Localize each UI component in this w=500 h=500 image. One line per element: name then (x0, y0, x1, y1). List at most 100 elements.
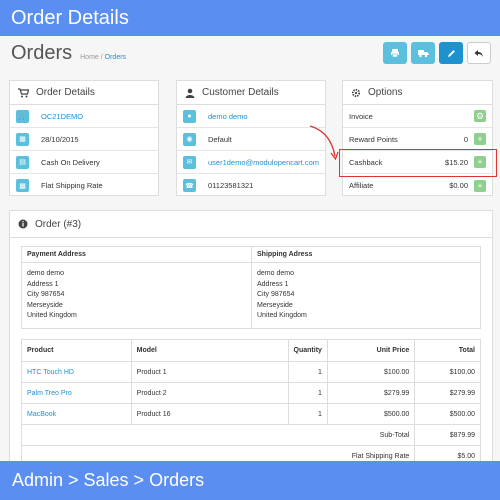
customer-name[interactable]: demo demo (208, 112, 248, 121)
shipping-address-line: Address 1 (257, 280, 289, 288)
product-name[interactable]: MacBook (21, 403, 132, 425)
option-reward-label: Reward Points (349, 134, 398, 144)
user-icon (185, 88, 195, 98)
product-quantity: 1 (287, 382, 328, 404)
option-affiliate-row: Affiliate $0.00 + (343, 174, 492, 197)
add-reward-button[interactable]: + (474, 133, 486, 145)
product-total: $100.00 (414, 361, 481, 383)
edit-button[interactable] (439, 42, 463, 64)
truck-icon (417, 49, 429, 57)
product-total: $500.00 (414, 403, 481, 425)
page: Orders Home / Orders Order Details 🛒 OC2… (0, 36, 500, 461)
payment-address-line: United Kingdom (27, 312, 77, 319)
customer-details-title: Customer Details (202, 87, 279, 98)
shipping-total-label: Flat Shipping Rate (20, 445, 416, 461)
calendar-icon[interactable]: ▦ (16, 132, 29, 146)
product-quantity: 1 (287, 361, 328, 383)
options-header: Options (343, 81, 492, 105)
generate-invoice-button[interactable]: ⚙ (474, 110, 486, 122)
order-title: Order (#3) (35, 218, 82, 230)
add-commission-button[interactable]: + (474, 179, 486, 192)
bottom-banner: Admin > Sales > Orders (0, 461, 500, 500)
option-reward-value: 0 (463, 134, 468, 144)
order-panel: Order (#3) Payment Address Shipping Adre… (9, 210, 493, 461)
shipping-method-row: ▩ Flat Shipping Rate (10, 174, 158, 197)
shipping-address-line: Merseyside (257, 301, 293, 309)
table-row: Palm Treo Pro Product 2 1 $279.99 $279.9… (21, 382, 481, 404)
shipping-total-value: $5.00 (414, 445, 481, 461)
product-total: $279.99 (414, 382, 481, 404)
credit-card-icon[interactable]: ▤ (16, 155, 29, 169)
plus-circle-icon: + (477, 134, 483, 144)
group-icon[interactable]: ◉ (183, 132, 196, 146)
pencil-icon (447, 49, 455, 57)
order-details-panel: Order Details 🛒 OC21DEMO ▦ 28/10/2015 ▤ … (9, 80, 159, 196)
print-invoice-button[interactable] (383, 42, 407, 64)
option-invoice-row: Invoice ⚙ (343, 105, 492, 128)
product-name[interactable]: Palm Treo Pro (21, 382, 132, 404)
breadcrumb-home[interactable]: Home (80, 54, 99, 61)
payment-address-header: Payment Address (21, 246, 252, 263)
breadcrumb-orders[interactable]: Orders (105, 54, 126, 61)
breadcrumb: Home / Orders (80, 54, 126, 61)
product-name[interactable]: HTC Touch HD (21, 361, 132, 383)
shopping-cart-icon[interactable]: 🛒 (16, 109, 29, 123)
product-model: Product 2 (130, 382, 289, 404)
payment-method: Cash On Delivery (41, 157, 100, 167)
order-store-row: 🛒 OC21DEMO (10, 105, 158, 128)
top-banner: Order Details (0, 0, 500, 36)
truck-icon[interactable]: ▩ (16, 179, 29, 192)
column-unit-price: Unit Price (326, 339, 416, 362)
products-header-row: Product Model Quantity Unit Price Total (21, 339, 481, 362)
table-row: HTC Touch HD Product 1 1 $100.00 $100.00 (21, 361, 481, 383)
shipping-address-line: United Kingdom (257, 312, 307, 319)
shipping-address-header: Shipping Adress (251, 246, 481, 263)
cog-icon: ⚙ (475, 110, 485, 121)
shipping-address-line: demo demo (257, 270, 294, 277)
payment-address-line: Merseyside (27, 301, 63, 309)
product-price: $279.99 (326, 382, 416, 404)
shipping-address-line: City 987654 (257, 291, 295, 298)
product-price: $100.00 (326, 361, 416, 383)
cashback-highlight-box (339, 149, 497, 177)
back-button[interactable] (467, 42, 491, 64)
column-total: Total (414, 339, 481, 362)
page-header: Orders Home / Orders (11, 42, 126, 65)
column-quantity: Quantity (287, 339, 328, 362)
reply-icon (474, 49, 483, 57)
phone-icon[interactable]: ☎ (183, 179, 196, 192)
shipping-address: demo demo Address 1 City 987654 Merseysi… (251, 262, 481, 329)
subtotal-label: Sub-Total (20, 424, 416, 446)
option-reward-row: Reward Points 0 + (343, 128, 492, 151)
column-model: Model (130, 339, 289, 362)
product-model: Product 1 (130, 361, 289, 383)
print-shipping-button[interactable] (411, 42, 435, 64)
payment-address: demo demo Address 1 City 987654 Merseysi… (21, 262, 252, 329)
payment-address-line: City 987654 (27, 291, 65, 298)
option-affiliate-value: $0.00 (449, 181, 468, 190)
user-icon[interactable]: ● (183, 109, 196, 123)
customer-group: Default (208, 134, 232, 144)
totals-row: Sub-Total $879.99 (20, 424, 481, 446)
gear-icon (351, 88, 361, 97)
envelope-icon[interactable]: ✉ (183, 155, 196, 169)
order-details-header: Order Details (10, 81, 158, 105)
subtotal-value: $879.99 (414, 424, 481, 446)
payment-address-line: Address 1 (27, 280, 59, 288)
toolbar (383, 42, 491, 64)
annotation-arrow (309, 125, 339, 161)
product-quantity: 1 (287, 403, 328, 425)
shopping-cart-icon (18, 87, 29, 97)
customer-phone-row: ☎ 01123581321 (177, 174, 325, 197)
order-date: 28/10/2015 (41, 134, 79, 144)
info-circle-icon (18, 219, 28, 229)
customer-details-header: Customer Details (177, 81, 325, 105)
column-product: Product (21, 339, 132, 362)
order-panel-header: Order (#3) (10, 211, 492, 238)
address-table: Payment Address Shipping Adress demo dem… (21, 246, 481, 329)
options-title: Options (368, 87, 403, 98)
store-name[interactable]: OC21DEMO (41, 112, 83, 121)
option-invoice-label: Invoice (349, 111, 373, 121)
payment-address-line: demo demo (27, 270, 64, 277)
shipping-method: Flat Shipping Rate (41, 181, 103, 190)
